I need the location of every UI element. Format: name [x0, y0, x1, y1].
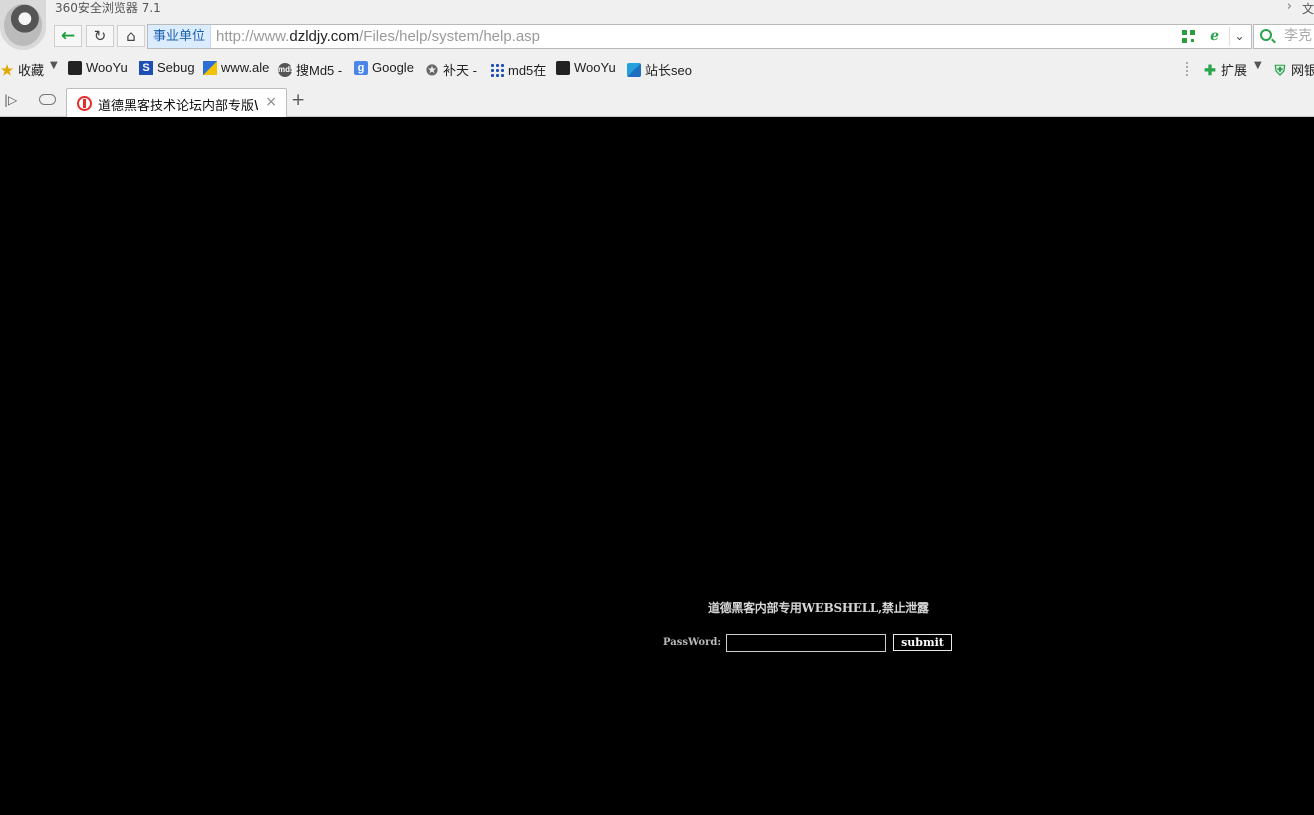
wooyun-icon	[68, 60, 82, 75]
online-bank-label: 网银	[1291, 63, 1314, 78]
qr-code-icon[interactable]	[1182, 30, 1195, 43]
tab-title: 道德黑客技术论坛内部专版WEBSHELL	[98, 99, 258, 114]
navigation-bar: ← ↻ ⌂ 事业单位 http://www.dzldjy.com/Files/h…	[0, 22, 1314, 50]
cloud-icon[interactable]	[39, 94, 56, 105]
ale-icon	[203, 60, 217, 75]
bookmark-label: md5在	[508, 63, 547, 78]
bookmark-label: www.ale	[221, 60, 270, 75]
bookmark-separator	[1186, 62, 1188, 76]
browser-chrome: 360安全浏览器 7.1 › 文 ← ↻ ⌂ 事业单位 http://www.d…	[0, 0, 1314, 118]
md5-icon: md5	[278, 62, 294, 77]
zhanzhang-icon	[627, 62, 641, 77]
webpage-content: 道德黑客内部专用WEBSHELL,禁止泄露 PassWord: submit	[0, 117, 1314, 815]
address-bar[interactable]: 事业单位 http://www.dzldjy.com/Files/help/sy…	[147, 24, 1252, 49]
extensions-button[interactable]: ✚ 扩展	[1203, 60, 1247, 79]
ie-compat-icon[interactable]: ℯ	[1210, 28, 1219, 44]
url-path: /Files/help/system/help.asp	[359, 28, 541, 45]
bookmark-item[interactable]: www.ale	[203, 60, 269, 75]
bookmark-label: WooYu	[574, 60, 616, 75]
bookmark-favorites[interactable]: ★ 收藏	[0, 60, 44, 79]
refresh-icon: ↻	[93, 27, 107, 45]
bookmark-item[interactable]: S Sebug	[139, 60, 195, 75]
grid-icon	[490, 62, 504, 77]
search-icon[interactable]	[1260, 29, 1272, 41]
url-domain: dzldjy.com	[289, 28, 360, 45]
star-icon: ★	[0, 61, 14, 78]
chevron-down-icon[interactable]: ▼	[1254, 60, 1262, 71]
online-bank-button[interactable]: ⛨ 网银	[1273, 60, 1314, 79]
url-prefix: http://www.	[216, 28, 290, 45]
tab-bar: |▷ 道德黑客技术论坛内部专版WEBSHELL × +	[0, 84, 1314, 118]
bookmark-item[interactable]: ✪ 补天 -	[425, 60, 477, 79]
bookmark-item[interactable]: md5 搜Md5 -	[278, 60, 342, 79]
sidebar-toggle-icon[interactable]: |▷	[4, 93, 17, 107]
bookmark-label: Google	[372, 60, 414, 75]
tab-active[interactable]: 道德黑客技术论坛内部专版WEBSHELL ×	[66, 88, 287, 118]
bookmark-item[interactable]: md5在	[490, 60, 546, 79]
google-icon: g	[354, 60, 368, 75]
window-menu-text[interactable]: 文	[1302, 0, 1314, 17]
bookmark-label: Sebug	[157, 60, 195, 75]
shield-icon: ⛨	[1274, 61, 1286, 78]
password-label: PassWord:	[663, 637, 722, 648]
back-arrow-icon: ←	[60, 26, 76, 46]
back-button[interactable]: ←	[54, 25, 82, 47]
chevron-down-icon[interactable]: ▼	[50, 60, 58, 71]
chevron-right-icon[interactable]: ›	[1287, 0, 1292, 14]
butian-icon: ✪	[426, 61, 438, 78]
bookmark-item[interactable]: 站长seo	[627, 60, 692, 79]
bookmark-item[interactable]: g Google	[354, 60, 414, 75]
app-title: 360安全浏览器 7.1	[55, 1, 161, 15]
page-warning-text: 道德黑客内部专用WEBSHELL,禁止泄露	[708, 601, 929, 615]
wooyun-icon	[556, 60, 570, 75]
home-icon: ⌂	[126, 27, 136, 45]
extensions-label: 扩展	[1221, 63, 1248, 78]
bookmark-label: 搜Md5 -	[296, 63, 343, 78]
bookmark-label: 补天 -	[443, 63, 477, 78]
site-type-badge[interactable]: 事业单位	[148, 25, 212, 48]
password-field[interactable]	[726, 634, 886, 652]
url-text[interactable]: http://www.dzldjy.com/Files/help/system/…	[216, 25, 540, 48]
puzzle-icon: ✚	[1204, 61, 1216, 78]
close-icon[interactable]: ×	[265, 94, 277, 110]
bookmark-bar: ★ 收藏 ▼ WooYu S Sebug www.ale md5 搜Md5 - …	[0, 54, 1314, 84]
search-input[interactable]: 李克	[1284, 25, 1312, 48]
bookmark-label: 收藏	[18, 63, 45, 78]
submit-button[interactable]: submit	[893, 634, 952, 651]
bookmark-label: WooYu	[86, 60, 128, 75]
new-tab-button[interactable]: +	[291, 90, 305, 110]
home-button[interactable]: ⌂	[117, 25, 145, 47]
site-favicon-icon	[77, 96, 92, 111]
sebug-icon: S	[139, 60, 153, 75]
search-box[interactable]: 李克	[1253, 24, 1314, 49]
refresh-button[interactable]: ↻	[86, 25, 114, 47]
bookmark-label: 站长seo	[645, 63, 692, 78]
bookmark-item[interactable]: WooYu	[556, 60, 616, 75]
chevron-down-icon[interactable]: ⌄	[1229, 27, 1249, 46]
bookmark-item[interactable]: WooYu	[68, 60, 128, 75]
title-bar: 360安全浏览器 7.1 › 文	[0, 0, 1314, 50]
